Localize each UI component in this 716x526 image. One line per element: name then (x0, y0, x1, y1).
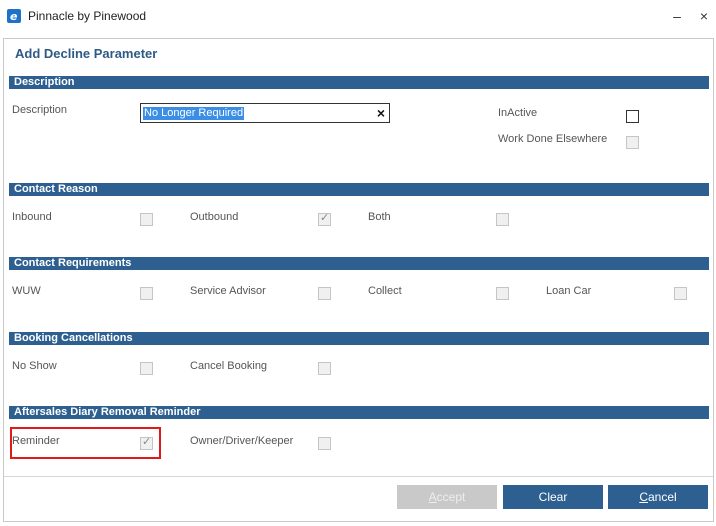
section-header-contact-reason: Contact Reason (9, 183, 709, 196)
outbound-checkbox[interactable]: ✓ (318, 212, 331, 226)
cancel-booking-checkbox[interactable] (318, 362, 331, 375)
inbound-label: Inbound (12, 211, 52, 223)
inactive-checkbox[interactable] (626, 110, 639, 123)
accept-button[interactable]: Accept (397, 485, 497, 509)
section-header-description: Description (9, 76, 709, 89)
collect-checkbox[interactable] (496, 287, 509, 300)
inbound-checkbox[interactable] (140, 213, 153, 226)
dialog-title: Add Decline Parameter (15, 46, 158, 61)
section-header-aftersales: Aftersales Diary Removal Reminder (9, 406, 709, 419)
no-show-checkbox[interactable] (140, 362, 153, 375)
minimize-button[interactable]: – (667, 6, 687, 26)
checkmark-icon: ✓ (142, 436, 152, 448)
svg-text:e: e (10, 10, 18, 23)
service-advisor-label: Service Advisor (190, 285, 266, 297)
cancel-button[interactable]: Cancel (608, 485, 708, 509)
owner-driver-keeper-label: Owner/Driver/Keeper (190, 435, 294, 447)
app-icon: e (7, 9, 21, 23)
loan-car-checkbox[interactable] (674, 287, 687, 300)
reminder-checkbox[interactable]: ✓ (140, 436, 153, 450)
wuw-label: WUW (12, 285, 41, 297)
work-done-elsewhere-checkbox[interactable] (626, 136, 639, 149)
cancel-booking-label: Cancel Booking (190, 360, 268, 372)
add-decline-parameter-dialog: Add Decline Parameter Description Descri… (3, 38, 714, 522)
section-header-booking-cancellations: Booking Cancellations (9, 332, 709, 345)
owner-driver-keeper-checkbox[interactable] (318, 437, 331, 450)
close-window-button[interactable]: × (694, 6, 714, 26)
section-header-contact-requirements: Contact Requirements (9, 257, 709, 270)
service-advisor-checkbox[interactable] (318, 287, 331, 300)
description-label: Description (12, 104, 68, 116)
wuw-checkbox[interactable] (140, 287, 153, 300)
description-input[interactable]: No Longer Required × (140, 103, 390, 123)
description-value: No Longer Required (143, 107, 245, 120)
loan-car-label: Loan Car (546, 285, 592, 297)
collect-label: Collect (368, 285, 402, 297)
window-titlebar: e Pinnacle by Pinewood – × (0, 0, 716, 34)
clear-button[interactable]: Clear (503, 485, 603, 509)
clear-text-icon[interactable]: × (377, 105, 385, 121)
both-label: Both (368, 211, 391, 223)
footer-divider (4, 476, 713, 477)
inactive-label: InActive (498, 107, 538, 119)
window-title: Pinnacle by Pinewood (28, 9, 147, 23)
no-show-label: No Show (12, 360, 57, 372)
reminder-label: Reminder (12, 435, 60, 447)
both-checkbox[interactable] (496, 213, 509, 226)
work-done-elsewhere-label: Work Done Elsewhere (498, 133, 608, 145)
checkmark-icon: ✓ (320, 212, 330, 224)
outbound-label: Outbound (190, 211, 239, 223)
